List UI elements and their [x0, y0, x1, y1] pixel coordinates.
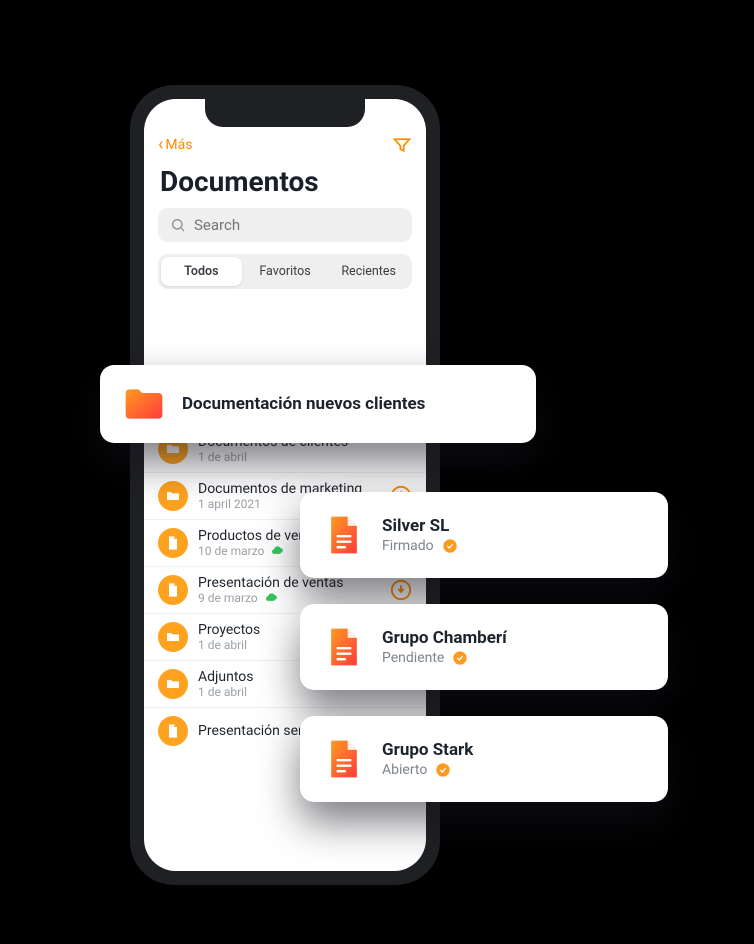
- document-status: Firmado: [382, 538, 434, 554]
- document-name: Grupo Stark: [382, 740, 473, 760]
- folder-icon: [158, 669, 188, 699]
- check-badge-icon: [435, 762, 451, 778]
- item-subtitle: 1 de abril: [198, 450, 247, 464]
- item-subtitle: 9 de marzo: [198, 591, 258, 605]
- folder-icon: [158, 622, 188, 652]
- document-status: Abierto: [382, 762, 427, 778]
- cloud-icon: [270, 544, 284, 558]
- download-icon[interactable]: [390, 579, 412, 601]
- tab-recent[interactable]: Recientes: [328, 257, 409, 286]
- search-icon: [170, 217, 186, 233]
- document-status: Pendiente: [382, 650, 444, 666]
- folder-card-label: Documentación nuevos clientes: [182, 394, 425, 414]
- folder-icon: [158, 481, 188, 511]
- phone-notch: [205, 99, 365, 127]
- back-button[interactable]: ‹ Más: [158, 136, 192, 154]
- check-badge-icon: [442, 538, 458, 554]
- filter-icon[interactable]: [392, 135, 412, 155]
- tab-favorites[interactable]: Favoritos: [245, 257, 326, 286]
- search-input-container[interactable]: [158, 208, 412, 242]
- document-card[interactable]: Grupo Chamberí Pendiente: [300, 604, 668, 690]
- file-icon: [158, 575, 188, 605]
- segmented-control: Todos Favoritos Recientes: [158, 254, 412, 289]
- item-subtitle: 1 de abril: [198, 638, 247, 652]
- document-icon: [322, 625, 366, 669]
- document-card[interactable]: Grupo Stark Abierto: [300, 716, 668, 802]
- cloud-icon: [264, 591, 278, 605]
- back-label: Más: [165, 137, 192, 153]
- chevron-left-icon: ‹: [158, 136, 163, 154]
- document-icon: [322, 737, 366, 781]
- folder-card[interactable]: Documentación nuevos clientes: [100, 365, 536, 443]
- item-subtitle: 1 april 2021: [198, 497, 261, 511]
- document-icon: [322, 513, 366, 557]
- document-name: Grupo Chamberí: [382, 628, 507, 648]
- document-card[interactable]: Silver SL Firmado: [300, 492, 668, 578]
- check-badge-icon: [452, 650, 468, 666]
- folder-icon: [122, 382, 166, 426]
- tab-all[interactable]: Todos: [161, 257, 242, 286]
- page-title: Documentos: [144, 161, 426, 208]
- file-icon: [158, 716, 188, 746]
- search-input[interactable]: [194, 216, 400, 234]
- file-icon: [158, 528, 188, 558]
- item-subtitle: 10 de marzo: [198, 544, 264, 558]
- document-name: Silver SL: [382, 516, 458, 536]
- item-subtitle: 1 de abril: [198, 685, 247, 699]
